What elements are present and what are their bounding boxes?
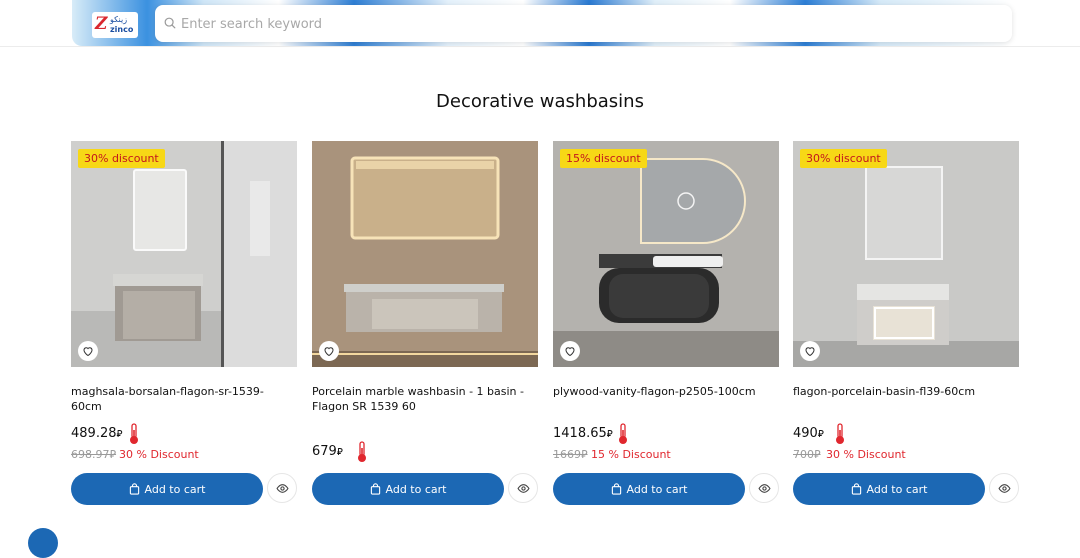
product-card[interactable]: Porcelain marble washbasin - 1 basin - F… (312, 141, 538, 521)
heart-icon (565, 347, 575, 357)
old-price-value: 698.97 (71, 448, 110, 461)
riyal-symbol: ⃁ (336, 447, 343, 458)
thermometer-icon (836, 423, 844, 444)
product-name[interactable]: maghsala-borsalan-flagon-sr-1539-60cm (71, 384, 291, 414)
product-card[interactable]: 30% discount maghsala-borsalan-flagon-sr… (71, 141, 297, 521)
add-to-cart-button[interactable]: Add to cart (793, 473, 985, 505)
product-image[interactable]: 30% discount (71, 141, 297, 367)
quick-view-button[interactable] (508, 473, 538, 503)
chat-widget-button[interactable] (28, 528, 58, 558)
quick-view-button[interactable] (267, 473, 297, 503)
discount-badge: 30% discount (78, 149, 165, 168)
add-to-cart-label: Add to cart (385, 482, 447, 496)
add-to-cart-button[interactable]: Add to cart (553, 473, 745, 505)
shopping-bag-icon (851, 483, 861, 495)
product-image[interactable] (312, 141, 538, 367)
thermometer-icon (130, 423, 138, 444)
product-image[interactable]: 30% discount (793, 141, 1019, 367)
heart-icon (805, 347, 815, 357)
zinco-logo[interactable]: Z زينكو zinco (92, 12, 138, 38)
add-to-cart-button[interactable]: Add to cart (312, 473, 504, 505)
discount-badge: 30% discount (800, 149, 887, 168)
wishlist-button[interactable] (560, 341, 580, 361)
site-header: Z زينكو zinco (0, 0, 1080, 47)
logo-text-ar: زينكو (110, 15, 128, 24)
shopping-bag-icon (370, 483, 380, 495)
eye-icon (997, 483, 1011, 493)
old-price: 1669⃁ (553, 448, 588, 462)
thermometer-icon (358, 441, 366, 462)
product-price: 1418.65⃁ (553, 426, 613, 441)
old-price: 700⃁ (793, 448, 821, 462)
riyal-symbol: ⃁ (606, 429, 613, 440)
discount-label: 30 % Discount (826, 448, 906, 461)
price-value: 1418.65 (553, 426, 607, 441)
add-to-cart-button[interactable]: Add to cart (71, 473, 263, 505)
heart-icon (324, 347, 334, 357)
riyal-symbol: ⃁ (109, 448, 117, 461)
eye-icon (275, 483, 289, 493)
shopping-bag-icon (129, 483, 139, 495)
old-price-value: 700 (793, 448, 814, 461)
shopping-bag-icon (611, 483, 621, 495)
riyal-symbol: ⃁ (116, 429, 123, 440)
product-name[interactable]: plywood-vanity-flagon-p2505-100cm (553, 384, 773, 399)
search-bar (155, 5, 1012, 42)
product-name[interactable]: flagon-porcelain-basin-fl39-60cm (793, 384, 1013, 399)
product-price: 489.28⃁ (71, 426, 122, 441)
quick-view-button[interactable] (749, 473, 779, 503)
wishlist-button[interactable] (800, 341, 820, 361)
price-value: 679 (312, 444, 337, 459)
add-to-cart-label: Add to cart (866, 482, 928, 496)
discount-badge: 15% discount (560, 149, 647, 168)
add-to-cart-label: Add to cart (144, 482, 206, 496)
riyal-symbol: ⃁ (817, 429, 824, 440)
discount-label: 15 % Discount (591, 448, 671, 461)
product-image[interactable]: 15% discount (553, 141, 779, 367)
wishlist-button[interactable] (319, 341, 339, 361)
price-value: 489.28 (71, 426, 117, 441)
thermometer-icon (619, 423, 627, 444)
logo-mark: Z (95, 14, 108, 34)
add-to-cart-label: Add to cart (626, 482, 688, 496)
product-price: 490⃁ (793, 426, 824, 441)
riyal-symbol: ⃁ (814, 448, 821, 461)
product-price: 679⃁ (312, 444, 343, 459)
eye-icon (757, 483, 771, 493)
product-card[interactable]: 15% discount plywood-vanity-flagon-p2505… (553, 141, 779, 521)
product-name[interactable]: Porcelain marble washbasin - 1 basin - F… (312, 384, 532, 414)
price-value: 490 (793, 426, 818, 441)
old-price-value: 1669 (553, 448, 581, 461)
quick-view-button[interactable] (989, 473, 1019, 503)
search-icon[interactable] (163, 16, 177, 30)
logo-text: zinco (110, 25, 134, 34)
section-title: Decorative washbasins (436, 91, 644, 112)
eye-icon (516, 483, 530, 493)
search-input[interactable] (181, 13, 981, 35)
discount-label: 30 % Discount (119, 448, 199, 461)
wishlist-button[interactable] (78, 341, 98, 361)
heart-icon (83, 347, 93, 357)
product-card[interactable]: 30% discount flagon-porcelain-basin-fl39… (793, 141, 1019, 521)
riyal-symbol: ⃁ (581, 448, 588, 461)
old-price: 698.97⃁ (71, 448, 116, 462)
